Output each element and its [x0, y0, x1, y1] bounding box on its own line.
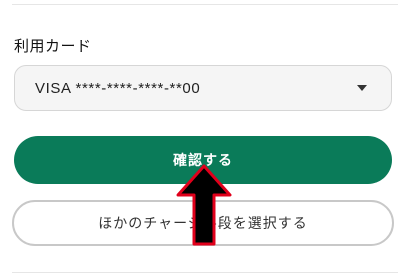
card-select[interactable]: VISA ****-****-****-**00 [14, 65, 392, 111]
confirm-button-label: 確認する [173, 152, 233, 168]
other-charge-method-button[interactable]: ほかのチャージ手段を選択する [12, 200, 394, 246]
bottom-divider [12, 272, 398, 273]
confirm-button[interactable]: 確認する [14, 136, 392, 184]
payment-confirm-panel: 利用カード VISA ****-****-****-**00 確認する ほかのチ… [0, 0, 410, 280]
other-charge-method-label: ほかのチャージ手段を選択する [98, 215, 308, 231]
card-field-label: 利用カード [14, 37, 92, 55]
top-divider [12, 4, 398, 5]
chevron-down-icon [357, 85, 367, 91]
card-select-value: VISA ****-****-****-**00 [35, 79, 201, 97]
